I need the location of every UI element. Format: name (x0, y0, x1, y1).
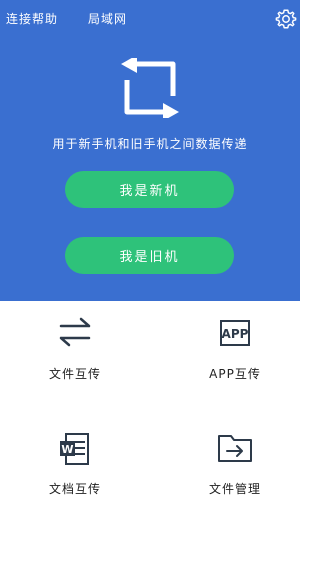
app-transfer-tile[interactable]: APP APP互传 (160, 305, 310, 415)
folder-arrow-icon (218, 435, 252, 462)
new-phone-button[interactable]: 我是新机 (65, 171, 234, 208)
word-doc-icon: W (60, 433, 89, 465)
subtitle: 用于新手机和旧手机之间数据传递 (52, 137, 248, 151)
svg-text:APP: APP (222, 327, 249, 341)
swap-arrows-icon (59, 317, 91, 347)
file-transfer-label: 文件互传 (48, 367, 101, 381)
swap-arrows-hero-icon (121, 58, 179, 118)
app-icon: APP (220, 320, 250, 346)
document-transfer-label: 文档互传 (48, 482, 101, 496)
svg-text:W: W (61, 443, 73, 456)
connect-help-link[interactable]: 连接帮助 (6, 10, 58, 27)
lan-link[interactable]: 局域网 (88, 10, 127, 27)
file-transfer-tile[interactable]: 文件互传 (0, 305, 150, 415)
header-panel: 连接帮助 局域网 用于新手机和旧手机之间数据传递 我是新机 我是旧机 (0, 0, 300, 301)
file-manager-tile[interactable]: 文件管理 (160, 420, 310, 530)
document-transfer-tile[interactable]: W 文档互传 (0, 420, 150, 530)
old-phone-button[interactable]: 我是旧机 (65, 237, 234, 274)
app-transfer-label: APP互传 (209, 367, 261, 381)
gear-icon[interactable] (275, 8, 297, 30)
file-manager-label: 文件管理 (208, 482, 261, 496)
